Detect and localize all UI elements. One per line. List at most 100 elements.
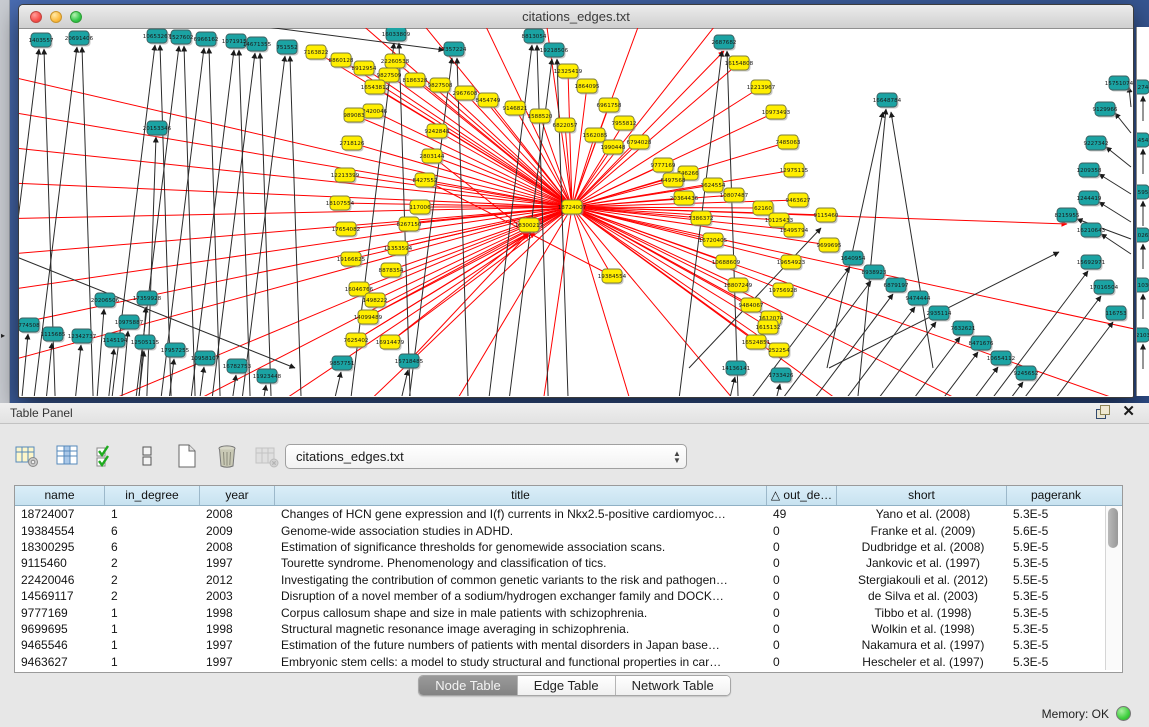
- column-header-name[interactable]: name: [15, 486, 105, 505]
- table-cell-name[interactable]: 18724007: [15, 507, 105, 521]
- new-document-icon[interactable]: [174, 443, 200, 469]
- table-row[interactable]: 1456911722003Disruption of a novel membe…: [15, 588, 1122, 604]
- table-cell-year[interactable]: 2008: [200, 540, 275, 554]
- table-cell-out_de[interactable]: 0: [767, 638, 837, 652]
- table-cell-out_de[interactable]: 0: [767, 622, 837, 636]
- table-cell-short[interactable]: Jankovic et al. (1997): [837, 556, 1007, 570]
- table-cell-out_de[interactable]: 49: [767, 507, 837, 521]
- column-visibility-icon[interactable]: [54, 443, 80, 469]
- table-cell-name[interactable]: 9465546: [15, 638, 105, 652]
- table-selector-dropdown[interactable]: citations_edges.txt ▲▼: [285, 444, 687, 469]
- table-cell-pagerank[interactable]: 5.9E-5: [1007, 540, 1105, 554]
- table-scrollbar[interactable]: [1105, 506, 1121, 670]
- table-cell-in_degree[interactable]: 1: [105, 638, 200, 652]
- table-row[interactable]: 2242004622012Investigating the contribut…: [15, 572, 1122, 588]
- table-cell-year[interactable]: 2008: [200, 507, 275, 521]
- table-cell-short[interactable]: Nakamura et al. (1997): [837, 638, 1007, 652]
- table-panel-header[interactable]: Table Panel ✕: [0, 403, 1149, 424]
- table-cell-title[interactable]: Corpus callosum shape and size in male p…: [275, 606, 767, 620]
- table-cell-in_degree[interactable]: 1: [105, 655, 200, 669]
- table-cell-out_de[interactable]: 0: [767, 573, 837, 587]
- table-row[interactable]: 1830029562008Estimation of significance …: [15, 539, 1122, 555]
- table-cell-title[interactable]: Changes of HCN gene expression and I(f) …: [275, 507, 767, 521]
- table-cell-name[interactable]: 18300295: [15, 540, 105, 554]
- table-cell-pagerank[interactable]: 5.5E-5: [1007, 573, 1105, 587]
- table-cell-pagerank[interactable]: 5.3E-5: [1007, 589, 1105, 603]
- table-cell-in_degree[interactable]: 2: [105, 573, 200, 587]
- table-cell-pagerank[interactable]: 5.3E-5: [1007, 638, 1105, 652]
- table-cell-out_de[interactable]: 0: [767, 589, 837, 603]
- table-cell-name[interactable]: 14569117: [15, 589, 105, 603]
- delete-icon[interactable]: [214, 443, 240, 469]
- table-cell-title[interactable]: Embryonic stem cells: a model to study s…: [275, 655, 767, 669]
- table-row[interactable]: 969969511998Structural magnetic resonanc…: [15, 621, 1122, 637]
- table-cell-in_degree[interactable]: 1: [105, 622, 200, 636]
- row-select-icon[interactable]: [94, 443, 120, 469]
- graph-nodes-layer[interactable]: 1872400771638228860128891295422260538982…: [19, 28, 1133, 385]
- table-cell-short[interactable]: de Silva et al. (2003): [837, 589, 1007, 603]
- table-cell-pagerank[interactable]: 5.3E-5: [1007, 556, 1105, 570]
- column-header-in_degree[interactable]: in_degree: [105, 486, 200, 505]
- table-cell-short[interactable]: Tibbo et al. (1998): [837, 606, 1007, 620]
- table-row[interactable]: 911546021997Tourette syndrome. Phenomeno…: [15, 555, 1122, 571]
- table-cell-title[interactable]: Estimation of significance thresholds fo…: [275, 540, 767, 554]
- column-header-out_de[interactable]: △ out_de…: [767, 486, 837, 505]
- tab-network-table[interactable]: Network Table: [616, 676, 730, 695]
- table-settings-icon[interactable]: [14, 443, 40, 469]
- background-window-strip[interactable]: 127441454315958102621210304121033: [1136, 27, 1149, 396]
- table-cell-short[interactable]: Stergiakouli et al. (2012): [837, 573, 1007, 587]
- table-cell-pagerank[interactable]: 5.6E-5: [1007, 524, 1105, 538]
- table-cell-year[interactable]: 1998: [200, 606, 275, 620]
- table-row[interactable]: 946554611997Estimation of the future num…: [15, 637, 1122, 653]
- table-cell-title[interactable]: Structural magnetic resonance image aver…: [275, 622, 767, 636]
- float-window-icon[interactable]: [1096, 405, 1110, 419]
- tab-edge-table[interactable]: Edge Table: [518, 676, 616, 695]
- rows-icon[interactable]: [134, 443, 160, 469]
- table-cell-pagerank[interactable]: 5.3E-5: [1007, 622, 1105, 636]
- column-header-pagerank[interactable]: pagerank: [1007, 486, 1105, 505]
- table-cell-year[interactable]: 1997: [200, 655, 275, 669]
- table-cell-out_de[interactable]: 0: [767, 524, 837, 538]
- scrollbar-thumb[interactable]: [1108, 508, 1118, 548]
- table-cell-in_degree[interactable]: 6: [105, 524, 200, 538]
- table-cell-pagerank[interactable]: 5.3E-5: [1007, 507, 1105, 521]
- collapsed-panel-arrow-icon[interactable]: ▸: [1, 331, 5, 340]
- table-cell-year[interactable]: 2003: [200, 589, 275, 603]
- table-cell-short[interactable]: Franke et al. (2009): [837, 524, 1007, 538]
- close-panel-icon[interactable]: ✕: [1122, 405, 1135, 419]
- table-cell-in_degree[interactable]: 2: [105, 589, 200, 603]
- table-cell-out_de[interactable]: 0: [767, 655, 837, 669]
- table-cell-year[interactable]: 1997: [200, 638, 275, 652]
- table-cell-title[interactable]: Estimation of the future numbers of pati…: [275, 638, 767, 652]
- table-cell-name[interactable]: 9463627: [15, 655, 105, 669]
- network-canvas[interactable]: 1872400771638228860128891295422260538982…: [19, 28, 1133, 396]
- table-cell-title[interactable]: Tourette syndrome. Phenomenology and cla…: [275, 556, 767, 570]
- column-header-short[interactable]: short: [837, 486, 1007, 505]
- table-cell-name[interactable]: 9115460: [15, 556, 105, 570]
- table-cell-out_de[interactable]: 0: [767, 556, 837, 570]
- table-cell-title[interactable]: Investigating the contribution of common…: [275, 573, 767, 587]
- table-cell-name[interactable]: 19384554: [15, 524, 105, 538]
- table-row[interactable]: 1938455462009Genome-wide association stu…: [15, 522, 1122, 538]
- table-cell-in_degree[interactable]: 6: [105, 540, 200, 554]
- table-cell-name[interactable]: 9777169: [15, 606, 105, 620]
- table-cell-in_degree[interactable]: 2: [105, 556, 200, 570]
- table-cell-short[interactable]: Hescheler et al. (1997): [837, 655, 1007, 669]
- table-cell-short[interactable]: Yano et al. (2008): [837, 507, 1007, 521]
- table-cell-year[interactable]: 2012: [200, 573, 275, 587]
- table-cell-out_de[interactable]: 0: [767, 606, 837, 620]
- node-table[interactable]: namein_degreeyeartitle△ out_de…shortpage…: [14, 485, 1123, 673]
- table-cell-pagerank[interactable]: 5.3E-5: [1007, 655, 1105, 669]
- table-cell-year[interactable]: 2009: [200, 524, 275, 538]
- column-header-year[interactable]: year: [200, 486, 275, 505]
- table-cell-name[interactable]: 9699695: [15, 622, 105, 636]
- table-cell-pagerank[interactable]: 5.3E-5: [1007, 606, 1105, 620]
- table-cell-in_degree[interactable]: 1: [105, 507, 200, 521]
- table-cell-title[interactable]: Disruption of a novel member of a sodium…: [275, 589, 767, 603]
- table-row[interactable]: 1872400712008Changes of HCN gene express…: [15, 506, 1122, 522]
- table-cell-in_degree[interactable]: 1: [105, 606, 200, 620]
- table-cell-year[interactable]: 1997: [200, 556, 275, 570]
- table-cell-year[interactable]: 1998: [200, 622, 275, 636]
- table-cell-title[interactable]: Genome-wide association studies in ADHD.: [275, 524, 767, 538]
- column-header-title[interactable]: title: [275, 486, 767, 505]
